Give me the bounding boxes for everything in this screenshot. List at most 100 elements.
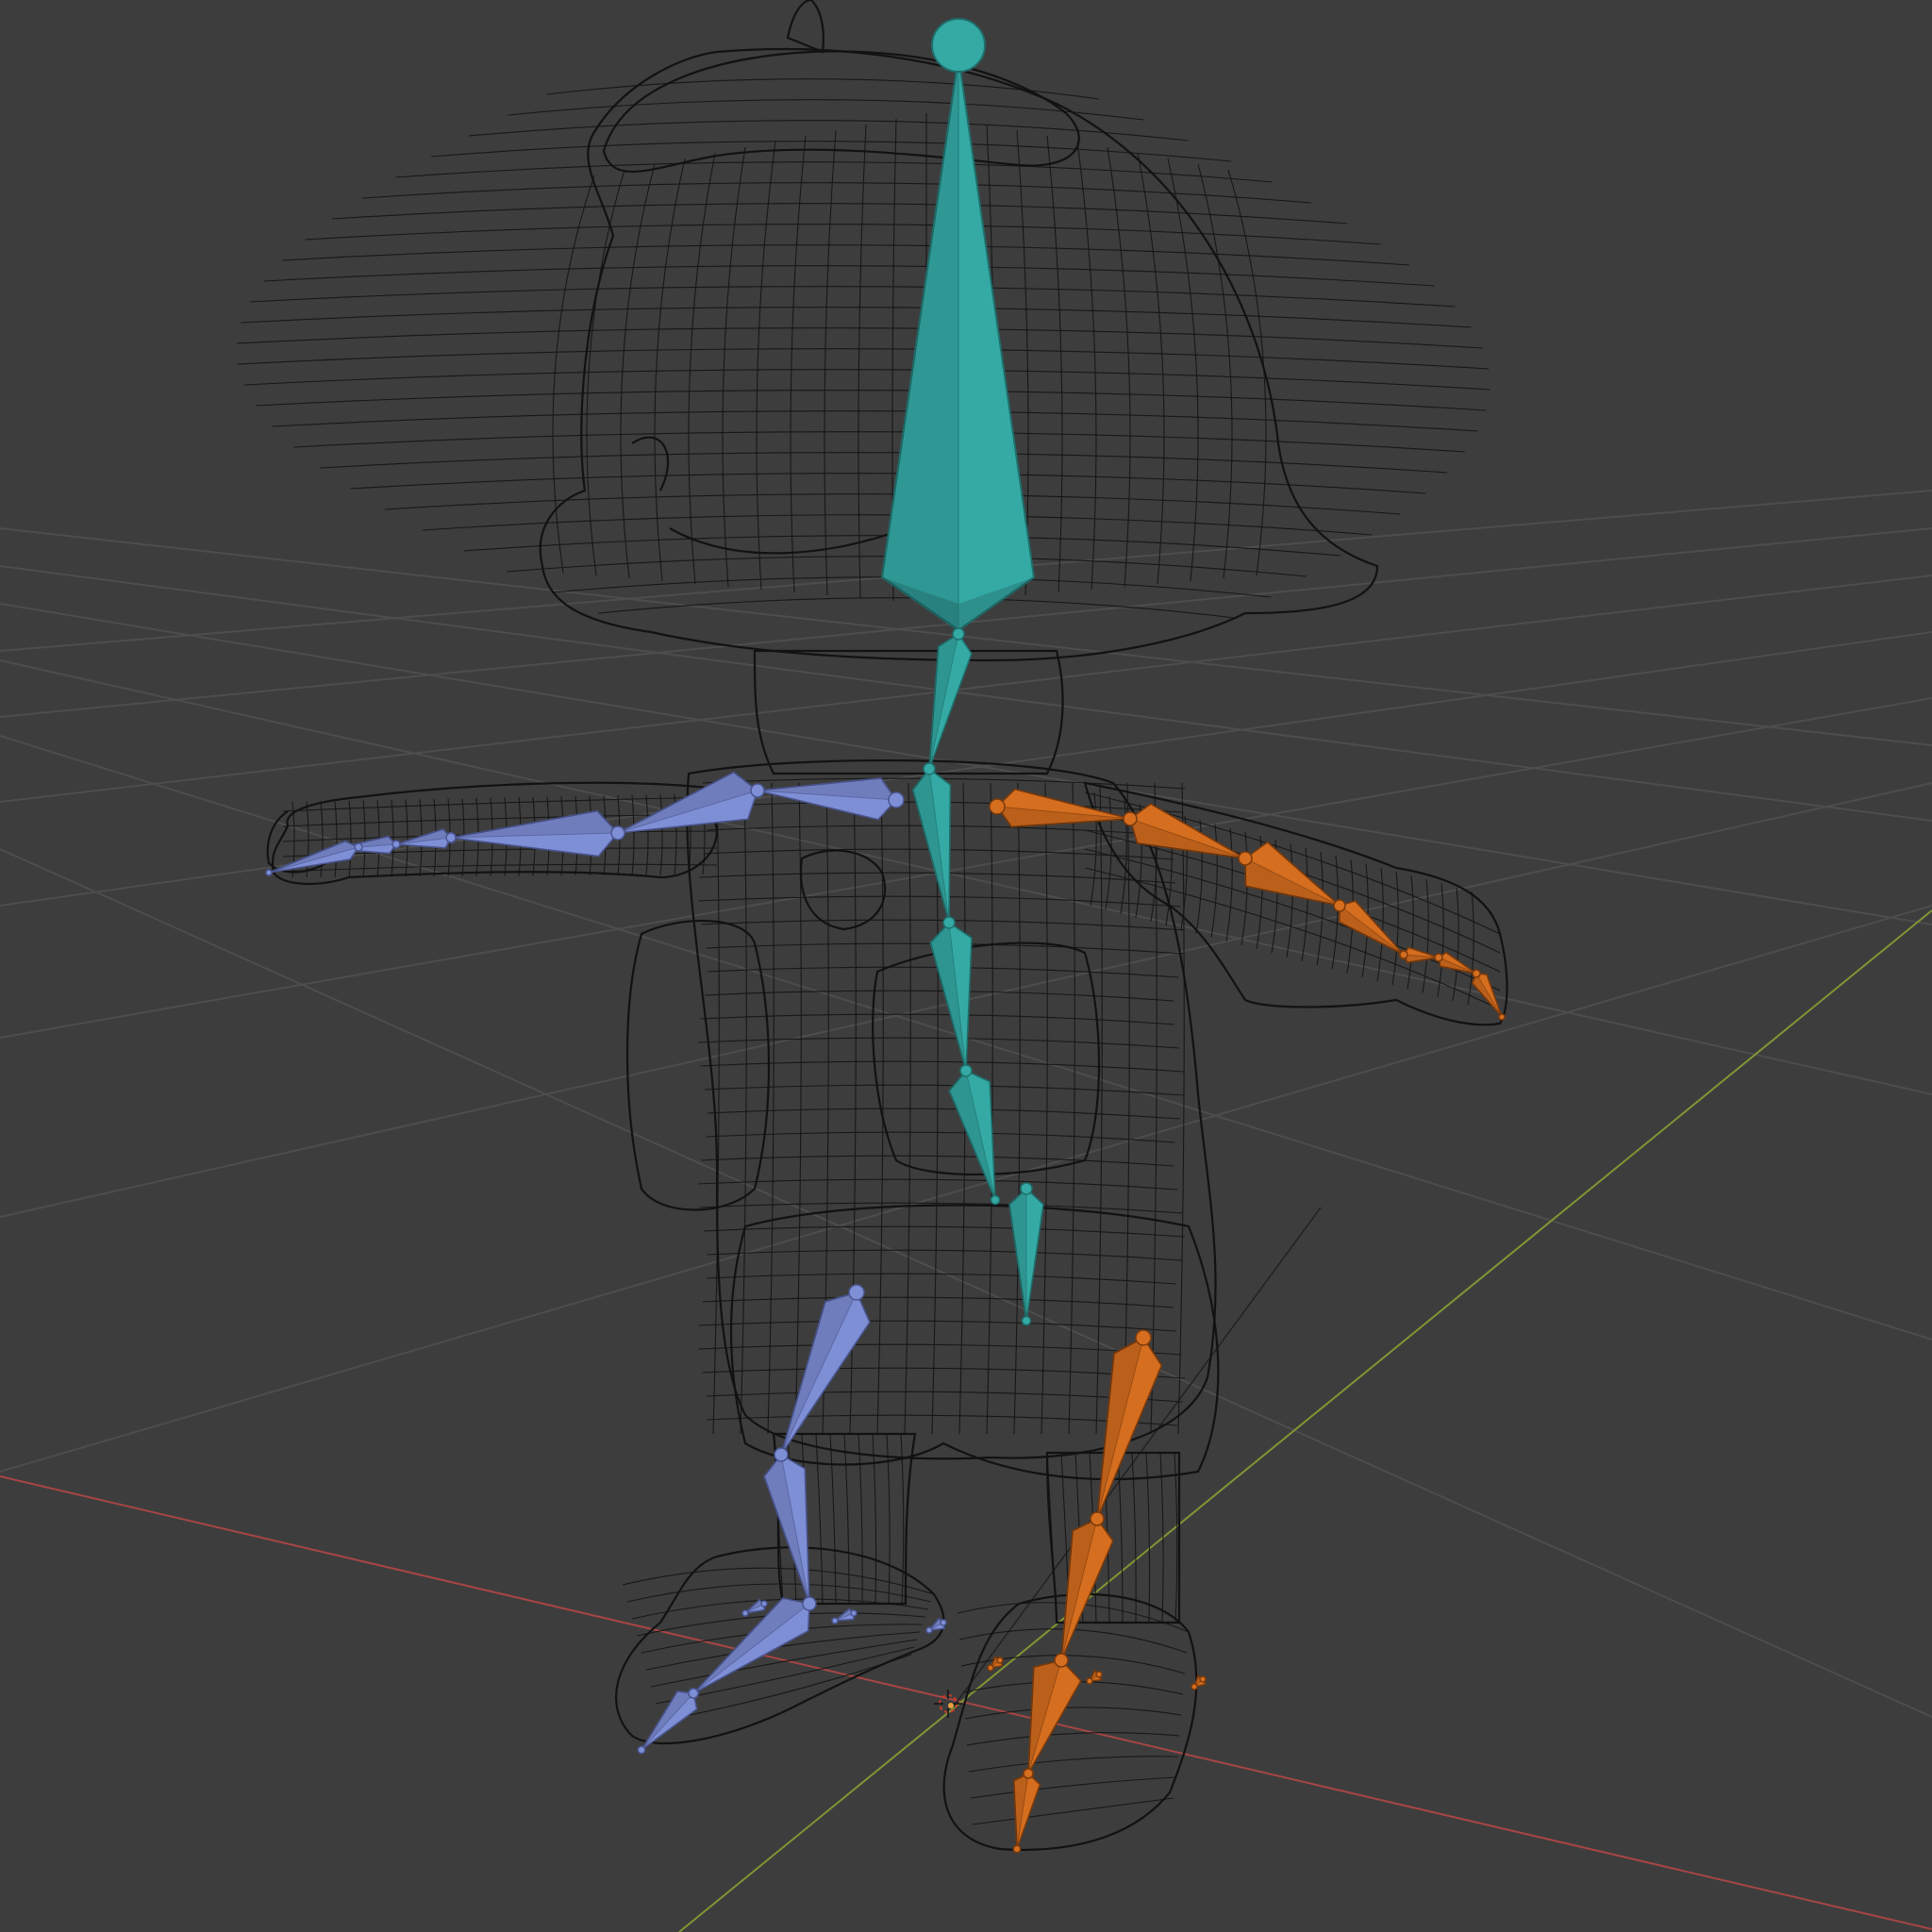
bone-finger-left-3[interactable] (1471, 969, 1506, 1021)
mesh-edge (249, 286, 1456, 308)
bone-pelvis[interactable] (1008, 1182, 1044, 1326)
bone-forearm-right-head-joint[interactable] (610, 825, 625, 841)
bone-heel-left-2-head-joint[interactable] (1095, 1671, 1103, 1678)
bone-toe-right-tail-joint[interactable] (637, 1745, 646, 1755)
bone-hand-right-head-joint[interactable] (445, 832, 457, 843)
bone-shin-left-head-joint[interactable] (1090, 1511, 1105, 1526)
mesh-edge (1452, 887, 1459, 1001)
bone-pelvis-head-joint[interactable] (1020, 1182, 1033, 1195)
bone-spine-upper-head-joint[interactable] (923, 762, 936, 775)
mesh-edge (586, 169, 625, 576)
bone-heel-right-3[interactable] (925, 1617, 947, 1634)
mesh-edge (305, 224, 1381, 245)
mesh-edge (1316, 851, 1324, 966)
mesh-edge (790, 135, 807, 593)
3d-viewport[interactable] (0, 0, 1932, 1932)
mesh-edge (872, 1433, 877, 1605)
bone-heel-right-1[interactable] (741, 1599, 768, 1617)
bone-heel-left-2-tail-joint[interactable] (1086, 1677, 1093, 1685)
bone-toe-left[interactable] (1012, 1768, 1041, 1854)
bone-shin-left[interactable] (1056, 1511, 1114, 1666)
bone-shoulder-right[interactable] (751, 777, 905, 821)
bone-finger-right-1-head-joint[interactable] (391, 840, 401, 849)
mesh-edge (767, 782, 774, 1435)
mesh-edge (282, 863, 718, 873)
object-origin-icon (948, 1703, 954, 1708)
bone-shin-right[interactable] (763, 1447, 815, 1609)
mesh-edge (391, 799, 394, 877)
bone-spine-upper[interactable] (911, 762, 955, 928)
mesh-edge (241, 307, 1472, 328)
bone-heel-right-2-head-joint[interactable] (850, 1609, 858, 1617)
bone-finger-left-2-head-joint[interactable] (1434, 953, 1443, 962)
bone-finger-left-1-head-joint[interactable] (1399, 950, 1408, 959)
bone-heel-right-1-tail-joint[interactable] (741, 1609, 749, 1617)
mesh-edge (1467, 891, 1474, 1006)
bone-upper-arm-right-head-joint[interactable] (750, 783, 765, 798)
bone-finger-left-3-tail-joint[interactable] (1498, 1013, 1506, 1021)
mesh-edge (698, 1178, 1178, 1191)
bone-heel-left-1-tail-joint[interactable] (987, 1664, 994, 1672)
bone-toe-right-head-joint[interactable] (688, 1688, 699, 1699)
bone-neck-head-joint[interactable] (952, 627, 965, 641)
bone-foot-left-head-joint[interactable] (1054, 1653, 1069, 1668)
bone-toe-left-tail-joint[interactable] (1012, 1844, 1022, 1854)
bone-shin-right-head-joint[interactable] (774, 1447, 789, 1462)
mesh-edge (1137, 152, 1165, 585)
mesh-edge (858, 124, 867, 599)
bone-heel-right-2-tail-joint[interactable] (831, 1617, 839, 1624)
bone-hand-right[interactable] (391, 828, 457, 849)
mesh-edge (1331, 856, 1339, 970)
bone-pelvis-tail-joint[interactable] (1021, 1315, 1032, 1326)
bone-hand-left-head-joint[interactable] (1333, 899, 1346, 912)
bone-spine-mid[interactable] (929, 916, 973, 1076)
bone-toe-left-head-joint[interactable] (1023, 1768, 1034, 1779)
mesh-edge (740, 782, 747, 1435)
mesh-edge (964, 1707, 1182, 1720)
mesh-edge (1177, 782, 1185, 1435)
bone-spine-lower-tail-joint[interactable] (990, 1194, 1001, 1206)
bone-thigh-right-head-joint[interactable] (848, 1284, 865, 1301)
mesh-edge (1041, 782, 1048, 1435)
mesh-edge (650, 1639, 918, 1688)
bone-heel-left-3[interactable] (1191, 1674, 1207, 1690)
bone-thigh-left-head-joint[interactable] (1135, 1329, 1152, 1346)
bone-forearm-left-head-joint[interactable] (1238, 851, 1253, 866)
mesh-edge (824, 129, 837, 596)
bone-finger-right-2-tail-joint[interactable] (265, 869, 273, 876)
mesh-edge (707, 1273, 1176, 1285)
bone-heel-right-3-head-joint[interactable] (940, 1619, 947, 1626)
bone-heel-right-1-head-joint[interactable] (760, 1600, 768, 1607)
bone-heel-left-3-head-joint[interactable] (1199, 1675, 1207, 1683)
mesh-edge (469, 120, 1189, 142)
mesh-edge (966, 1732, 1180, 1746)
mesh-edge (362, 182, 1312, 204)
bone-shoulder-left-head-joint[interactable] (989, 798, 1006, 815)
bone-shoulder-right-head-joint[interactable] (888, 791, 905, 808)
mesh-edge (972, 1797, 1174, 1825)
bone-heel-left-3-tail-joint[interactable] (1191, 1683, 1198, 1690)
mesh-edge (1241, 831, 1248, 946)
bone-heel-left-1[interactable] (987, 1656, 1004, 1672)
mesh-edge (843, 1433, 850, 1605)
bone-heel-right-3-tail-joint[interactable] (925, 1626, 933, 1634)
bone-finger-right-2-head-joint[interactable] (354, 842, 363, 852)
mesh-edge (546, 78, 1100, 100)
mesh-edge (815, 1433, 824, 1605)
bone-foot-right-head-joint[interactable] (802, 1596, 817, 1611)
bone-upper-arm-left-head-joint[interactable] (1123, 811, 1138, 826)
viewport-canvas[interactable] (0, 0, 1932, 1932)
bone-heel-right-2[interactable] (831, 1607, 858, 1624)
mesh-edge (331, 203, 1348, 225)
mesh-edge (794, 782, 802, 1435)
3d-cursor-icon[interactable] (934, 1690, 962, 1718)
bone-heel-left-1-head-joint[interactable] (996, 1657, 1004, 1664)
mesh-edge (508, 99, 1144, 121)
mesh-edge (968, 1756, 1178, 1773)
bone-head-tip-joint[interactable] (931, 18, 986, 73)
mesh-edge (659, 794, 663, 875)
bone-finger-left-3-head-joint[interactable] (1472, 969, 1481, 978)
bone-spine-mid-head-joint[interactable] (942, 916, 956, 929)
character-mesh-wireframe[interactable] (266, 0, 1508, 1851)
bone-spine-lower-head-joint[interactable] (959, 1064, 973, 1077)
